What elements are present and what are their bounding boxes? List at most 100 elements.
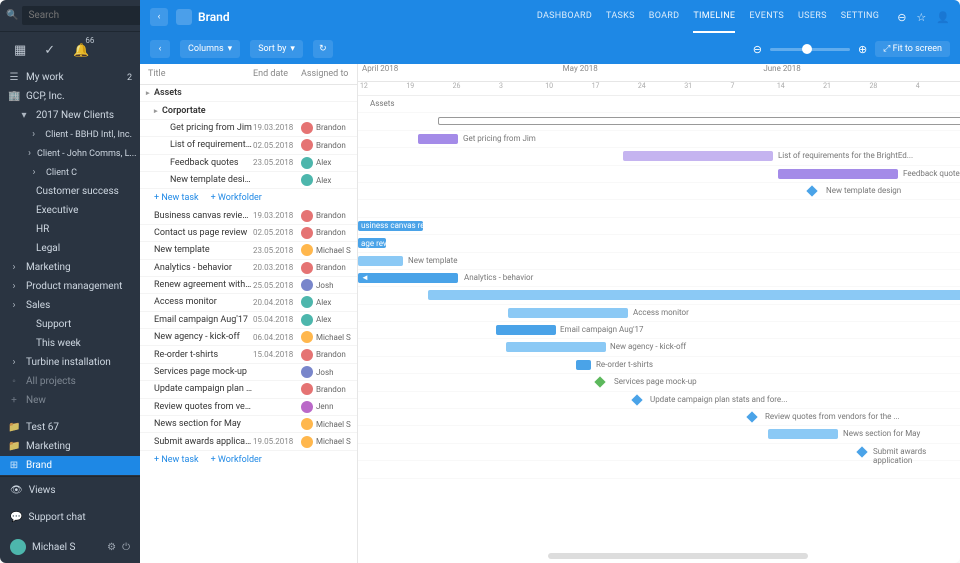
milestone[interactable]	[594, 377, 605, 388]
expand-icon[interactable]: ▸	[146, 89, 154, 97]
sidebar-item[interactable]: 📁Test 67	[0, 418, 140, 437]
chevron-down-icon: ▾	[228, 44, 233, 54]
tab[interactable]: EVENTS	[749, 1, 784, 33]
sidebar-item[interactable]: ›Sales	[0, 296, 140, 315]
task-row[interactable]: Analytics - behavior20.03.2018Brandon	[140, 260, 357, 277]
task-row[interactable]: New template designAlex	[140, 172, 357, 189]
tab[interactable]: USERS	[798, 1, 827, 33]
sidebar-item[interactable]: ›Turbine installation	[0, 353, 140, 372]
gantt-bar[interactable]	[438, 117, 960, 125]
gantt-bar[interactable]	[576, 360, 591, 370]
task-row[interactable]: ▸Corportate	[140, 102, 357, 119]
user-icon[interactable]: 👤	[936, 11, 950, 24]
milestone[interactable]	[631, 394, 642, 405]
task-row[interactable]: New agency - kick-off06.04.2018Michael S	[140, 329, 357, 346]
sidebar-item[interactable]: Customer success	[0, 182, 140, 201]
sidebar-item[interactable]: Legal	[0, 239, 140, 258]
sidebar-item[interactable]: ◦All projects	[0, 372, 140, 391]
task-row[interactable]: List of requirements for the Brig...02.0…	[140, 137, 357, 154]
gantt-bar[interactable]	[623, 151, 773, 161]
task-row[interactable]: Renew agreement with Brad25.05.2018Josh	[140, 277, 357, 294]
zoom-out-icon[interactable]: ⊖	[753, 43, 762, 56]
task-row[interactable]: Update campaign plan stats and for...Bra…	[140, 381, 357, 398]
sidebar-item[interactable]: 🏢GCP, Inc.	[0, 87, 140, 106]
gantt-bar[interactable]	[428, 290, 960, 300]
sidebar-item[interactable]: ⊞Brand	[0, 456, 140, 475]
bell-icon[interactable]: 🔔66	[73, 42, 98, 58]
gear-icon[interactable]: ⚙	[107, 542, 116, 553]
task-row[interactable]: Feedback quotes23.05.2018Alex	[140, 155, 357, 172]
task-row[interactable]: Submit awards application19.05.2018Micha…	[140, 433, 357, 450]
expand-icon[interactable]: ▸	[154, 107, 162, 115]
task-row[interactable]: Contact us page review02.05.2018Brandon	[140, 225, 357, 242]
sync-icon[interactable]: ⊖	[897, 11, 906, 24]
timeline-row: Review quotes from vendors for the ...	[358, 409, 960, 426]
zoom-slider[interactable]	[770, 48, 850, 51]
current-user[interactable]: Michael S ⚙⏻	[0, 531, 140, 563]
sidebar-item[interactable]: ›Client - John Comms, L...	[0, 144, 140, 163]
milestone[interactable]	[856, 446, 867, 457]
gantt-bar[interactable]	[506, 342, 606, 352]
back-button[interactable]: ‹	[150, 8, 168, 26]
sidebar-item[interactable]: ☰My work2	[0, 68, 140, 87]
sidebar-item[interactable]: Support	[0, 315, 140, 334]
task-row[interactable]: Access monitor20.04.2018Alex	[140, 294, 357, 311]
gantt-bar[interactable]	[358, 256, 403, 266]
sidebar-item[interactable]: This week	[0, 334, 140, 353]
task-row[interactable]: New template23.05.2018Michael S	[140, 242, 357, 259]
sidebar-item[interactable]: ›Client - BBHD Intl, Inc.	[0, 125, 140, 144]
gantt-bar[interactable]	[778, 169, 898, 179]
new-folder-button[interactable]: + Workfolder	[211, 193, 262, 203]
scrollbar[interactable]	[548, 553, 808, 559]
support-chat[interactable]: 💬 Support chat	[0, 504, 140, 531]
new-folder-button[interactable]: + Workfolder	[211, 455, 262, 465]
sidebar-item[interactable]: ›Product management	[0, 277, 140, 296]
views-link[interactable]: 👁 Views	[0, 477, 140, 504]
collapse-button[interactable]: ‹	[150, 40, 170, 58]
tab[interactable]: TASKS	[606, 1, 635, 33]
sidebar-item[interactable]: Executive	[0, 201, 140, 220]
task-row[interactable]: Services page mock-upJosh	[140, 364, 357, 381]
tab[interactable]: SETTING	[841, 1, 879, 33]
gantt-bar[interactable]	[508, 308, 628, 318]
gantt-bar[interactable]	[418, 134, 458, 144]
sidebar-item[interactable]: 📁Marketing	[0, 437, 140, 456]
task-row[interactable]: Business canvas review Q119.03.2018Brand…	[140, 207, 357, 224]
sort-button[interactable]: Sort by ▾	[250, 40, 303, 58]
columns-button[interactable]: Columns ▾	[180, 40, 240, 58]
sidebar-item[interactable]: +New	[0, 391, 140, 410]
sidebar-item[interactable]: HR	[0, 220, 140, 239]
zoom-in-icon[interactable]: ⊕	[858, 43, 867, 56]
sidebar-item[interactable]: ›Client C	[0, 163, 140, 182]
tab[interactable]: TIMELINE	[693, 1, 735, 33]
task-row[interactable]: Email campaign Aug'1705.04.2018Alex	[140, 312, 357, 329]
grid-icon[interactable]: ▦	[14, 43, 26, 58]
gantt-bar[interactable]	[496, 325, 556, 335]
sidebar-item-label: Client - John Comms, L...	[37, 149, 137, 159]
timeline-row: Get pricing from Jim	[358, 131, 960, 148]
fit-to-screen-button[interactable]: ⤢ Fit to screen	[875, 41, 950, 57]
task-row[interactable]: Re-order t-shirts15.04.2018Brandon	[140, 346, 357, 363]
gantt-bar[interactable]: usiness canvas review Q1	[358, 221, 423, 231]
sidebar-item[interactable]: ▾2017 New Clients	[0, 106, 140, 125]
logout-icon[interactable]: ⏻	[122, 542, 130, 553]
refresh-button[interactable]: ↻	[313, 40, 333, 58]
new-task-button[interactable]: + New task	[154, 193, 199, 203]
task-row[interactable]: Review quotes from vendors for the ...Je…	[140, 399, 357, 416]
sidebar-item[interactable]: ›Marketing	[0, 258, 140, 277]
task-row[interactable]: ▸Assets	[140, 85, 357, 102]
milestone[interactable]	[806, 185, 817, 196]
gantt-bar[interactable]: age review	[358, 238, 386, 248]
milestone[interactable]	[746, 411, 757, 422]
tab[interactable]: BOARD	[649, 1, 680, 33]
timeline-row: New template	[358, 253, 960, 270]
new-task-button[interactable]: + New task	[154, 455, 199, 465]
tab[interactable]: DASHBOARD	[537, 1, 592, 33]
task-row[interactable]: Get pricing from Jim19.03.2018Brandon	[140, 120, 357, 137]
gantt-bar[interactable]	[768, 429, 838, 439]
star-icon[interactable]: ☆	[916, 11, 926, 24]
task-row[interactable]: News section for MayMichael S	[140, 416, 357, 433]
gantt-bar[interactable]: ◄	[358, 273, 458, 283]
checkmark-icon[interactable]: ✓	[44, 43, 55, 58]
avatar	[301, 227, 313, 239]
